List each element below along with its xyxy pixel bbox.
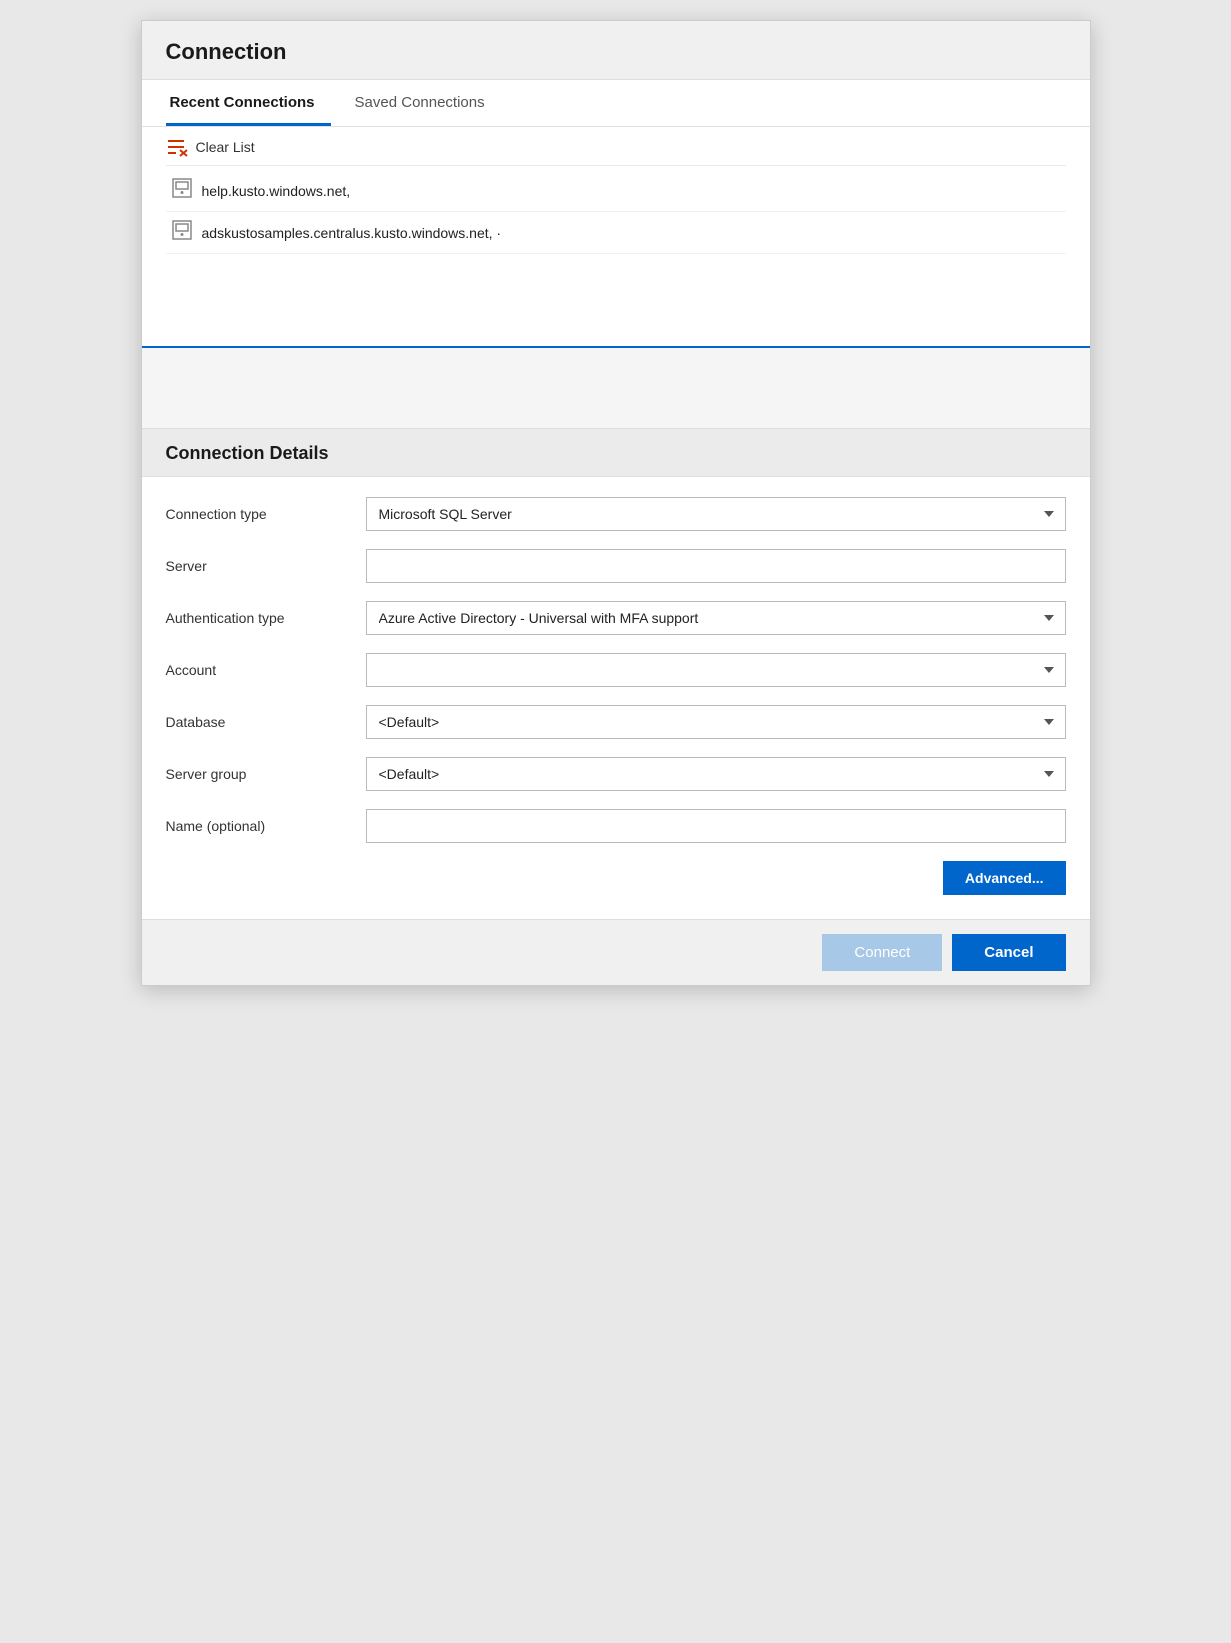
- server-group-label: Server group: [166, 766, 366, 782]
- account-select[interactable]: [366, 653, 1066, 687]
- tabs-section: Recent Connections Saved Connections: [142, 80, 1090, 127]
- database-label: Database: [166, 714, 366, 730]
- auth-type-select-wrapper: Azure Active Directory - Universal with …: [366, 601, 1066, 635]
- advanced-button[interactable]: Advanced...: [943, 861, 1066, 895]
- connection-details-form: Connection type Microsoft SQL Server Pos…: [142, 477, 1090, 919]
- account-label: Account: [166, 662, 366, 678]
- connection-item-1[interactable]: help.kusto.windows.net,: [166, 170, 1066, 212]
- connection-item-2[interactable]: adskustosamples.centralus.kusto.windows.…: [166, 212, 1066, 254]
- account-select-wrapper: [366, 653, 1066, 687]
- spacer: [142, 348, 1090, 428]
- tab-saved-connections[interactable]: Saved Connections: [351, 80, 501, 126]
- tabs: Recent Connections Saved Connections: [166, 80, 1066, 126]
- server-input[interactable]: [366, 549, 1066, 583]
- auth-type-row: Authentication type Azure Active Directo…: [166, 601, 1066, 635]
- clear-list-row[interactable]: Clear List: [166, 127, 1066, 166]
- connect-button[interactable]: Connect: [822, 934, 942, 971]
- connection-details-header: Connection Details: [142, 428, 1090, 477]
- auth-type-control: Azure Active Directory - Universal with …: [366, 601, 1066, 635]
- clear-icon-svg: [166, 137, 188, 157]
- cancel-button[interactable]: Cancel: [952, 934, 1065, 971]
- database-select-wrapper: <Default>: [366, 705, 1066, 739]
- tab-recent-connections[interactable]: Recent Connections: [166, 80, 331, 126]
- account-control: [366, 653, 1066, 687]
- database-control: <Default>: [366, 705, 1066, 739]
- account-row: Account: [166, 653, 1066, 687]
- name-control: [366, 809, 1066, 843]
- database-row: Database <Default>: [166, 705, 1066, 739]
- connection-type-select-wrapper: Microsoft SQL Server PostgreSQL MySQL SQ…: [366, 497, 1066, 531]
- auth-type-select[interactable]: Azure Active Directory - Universal with …: [366, 601, 1066, 635]
- connection-dialog: Connection Recent Connections Saved Conn…: [141, 20, 1091, 986]
- server-group-select-wrapper: <Default>: [366, 757, 1066, 791]
- connection-icon-2: [172, 220, 192, 245]
- server-row: Server: [166, 549, 1066, 583]
- dialog-title: Connection: [142, 21, 1090, 80]
- connection-type-row: Connection type Microsoft SQL Server Pos…: [166, 497, 1066, 531]
- database-select[interactable]: <Default>: [366, 705, 1066, 739]
- name-row: Name (optional): [166, 809, 1066, 843]
- connection-icon-1: [172, 178, 192, 203]
- connection-type-control: Microsoft SQL Server PostgreSQL MySQL SQ…: [366, 497, 1066, 531]
- connection-type-label: Connection type: [166, 506, 366, 522]
- server-group-control: <Default>: [366, 757, 1066, 791]
- dialog-footer: Connect Cancel: [142, 919, 1090, 985]
- advanced-row: Advanced...: [166, 861, 1066, 903]
- server-control: [366, 549, 1066, 583]
- clear-list-label: Clear List: [196, 139, 255, 155]
- auth-type-label: Authentication type: [166, 610, 366, 626]
- server-group-select[interactable]: <Default>: [366, 757, 1066, 791]
- name-label: Name (optional): [166, 818, 366, 834]
- recent-list-section: Clear List help.kusto.windows.net,: [142, 127, 1090, 348]
- clear-list-icon: [166, 137, 188, 157]
- connection-type-select[interactable]: Microsoft SQL Server PostgreSQL MySQL SQ…: [366, 497, 1066, 531]
- server-group-row: Server group <Default>: [166, 757, 1066, 791]
- name-input[interactable]: [366, 809, 1066, 843]
- server-label: Server: [166, 558, 366, 574]
- connection-text-2: adskustosamples.centralus.kusto.windows.…: [202, 225, 502, 241]
- connection-list: help.kusto.windows.net, adskustosamples.…: [166, 166, 1066, 346]
- connection-text-1: help.kusto.windows.net,: [202, 183, 351, 199]
